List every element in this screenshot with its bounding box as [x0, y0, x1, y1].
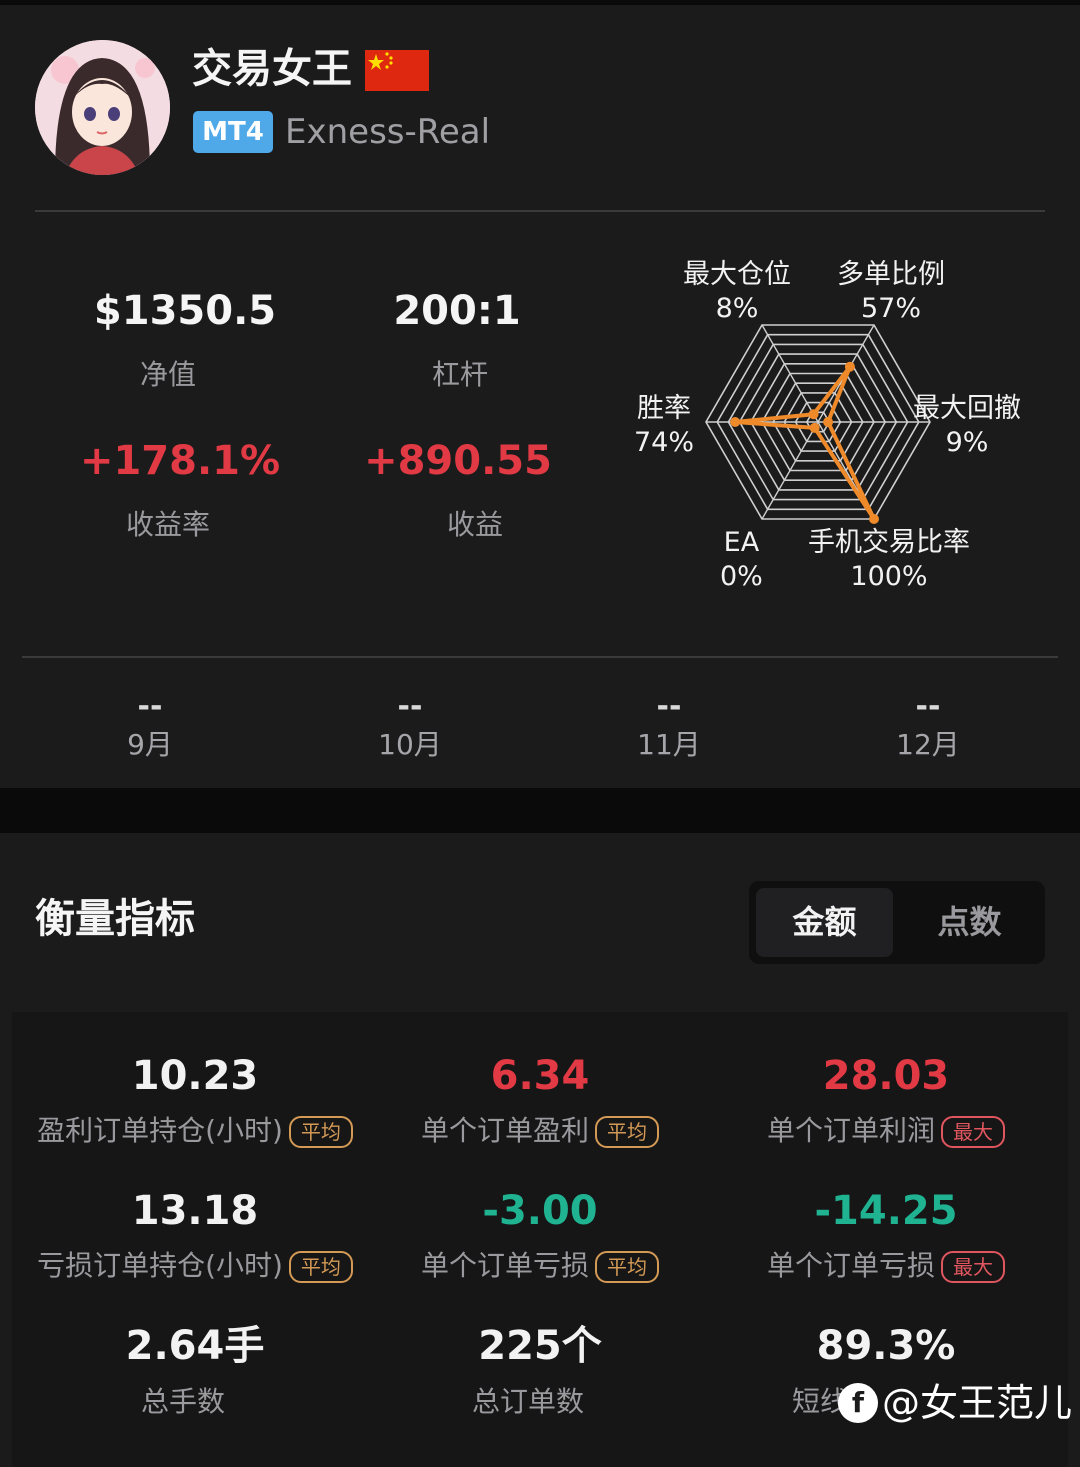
- metric-value: 10.23: [131, 1053, 259, 1099]
- avg-tag: 平均: [595, 1116, 659, 1148]
- radar-axis-value: 100%: [850, 561, 928, 592]
- watermark: f @女王范儿: [838, 1378, 1072, 1428]
- month-label: 9月: [127, 728, 173, 761]
- month-label: 10月: [378, 728, 442, 761]
- metric-label: 亏损订单持仓(小时) 平均: [15, 1246, 375, 1286]
- china-flag-icon: [365, 50, 429, 91]
- profit-value: +890.55: [364, 438, 552, 484]
- month-value: --: [397, 689, 423, 724]
- metric-label-text: 单个订单亏损: [766, 1249, 935, 1282]
- metric-label: 单个订单盈利 平均: [360, 1111, 720, 1151]
- radar-axis-value: 74%: [634, 427, 695, 458]
- radar-label-long-ratio: 多单比例 57%: [837, 258, 945, 326]
- avg-tag: 平均: [288, 1116, 353, 1148]
- metric-label: 单个订单亏损 平均: [360, 1246, 720, 1286]
- metric-label: 单个订单亏损 最大: [706, 1246, 1066, 1286]
- leverage-value: 200:1: [393, 288, 521, 334]
- radar-label-win-rate: 胜率 74%: [634, 392, 694, 460]
- month-label: 12月: [896, 728, 960, 761]
- equity-label: 净值: [139, 358, 196, 391]
- metric-label: 单个订单利润 最大: [706, 1111, 1066, 1151]
- radar-axis-name: EA: [723, 527, 760, 558]
- month-value: --: [656, 689, 682, 724]
- radar-axis-value: 9%: [945, 427, 989, 458]
- metric-label-text: 盈利订单持仓(小时): [37, 1114, 283, 1147]
- avatar[interactable]: [35, 40, 170, 175]
- toggle-amount[interactable]: 金额: [756, 888, 893, 957]
- trader-name: 交易女王: [192, 46, 352, 92]
- divider: [35, 210, 1045, 212]
- profit-label: 收益: [446, 508, 503, 541]
- radar-axis-name: 手机交易比率: [808, 527, 970, 558]
- radar-data-point: [730, 417, 741, 427]
- radar-axis-name: 最大回撤: [913, 393, 1021, 424]
- metric-value: 2.64手: [125, 1323, 265, 1369]
- metric-label-text: 单个订单利润: [766, 1114, 935, 1147]
- radar-data-point: [844, 361, 855, 372]
- metric-value: 28.03: [822, 1053, 950, 1099]
- radar-data-point: [809, 422, 820, 433]
- month-value: --: [137, 689, 163, 724]
- radar-label-max-drawdown: 最大回撤 9%: [913, 392, 1021, 460]
- radar-label-max-position: 最大仓位 8%: [683, 258, 791, 326]
- avg-tag: 平均: [288, 1251, 353, 1283]
- metric-value: 89.3%: [816, 1323, 956, 1369]
- metric-label-text: 单个订单盈利: [420, 1114, 589, 1147]
- watermark-text: @女王范儿: [882, 1381, 1073, 1425]
- radar-data-point: [869, 513, 879, 524]
- radar-data-point: [808, 409, 819, 420]
- radar-label-mobile-ratio: 手机交易比率 100%: [808, 526, 970, 594]
- radar-axis-name: 胜率: [637, 393, 691, 424]
- month-label: 11月: [637, 728, 701, 761]
- max-tag: 最大: [941, 1251, 1005, 1283]
- radar-axis-name: 多单比例: [837, 259, 945, 290]
- equity-value: $1350.5: [93, 288, 277, 334]
- divider: [22, 656, 1058, 658]
- metric-value: -14.25: [814, 1188, 958, 1234]
- platform-badge: MT4: [193, 111, 273, 153]
- radar-axis-name: 最大仓位: [683, 259, 791, 290]
- metric-value: 13.18: [131, 1188, 259, 1234]
- metric-value: -3.00: [482, 1188, 598, 1234]
- radar-data-polygon: [733, 364, 876, 521]
- platform-logo-icon: f: [838, 1383, 878, 1423]
- section-title: 衡量指标: [35, 896, 195, 942]
- metric-value: 6.34: [490, 1053, 590, 1099]
- radar-label-ea: EA 0%: [720, 526, 763, 594]
- unit-toggle: 金额 点数: [749, 881, 1045, 964]
- radar-axis-value: 8%: [715, 293, 759, 324]
- leverage-label: 杠杆: [431, 358, 488, 391]
- return-rate-value: +178.1%: [79, 438, 281, 484]
- radar-axis-value: 0%: [720, 561, 763, 592]
- radar-data-point: [823, 417, 834, 427]
- metric-value: 225个: [478, 1323, 602, 1369]
- toggle-points[interactable]: 点数: [901, 888, 1038, 957]
- avg-tag: 平均: [595, 1251, 659, 1283]
- metric-label: 总手数: [140, 1385, 225, 1418]
- metric-label: 盈利订单持仓(小时) 平均: [15, 1111, 375, 1151]
- radar-chart: [705, 324, 931, 524]
- metric-label-text: 单个订单亏损: [420, 1249, 589, 1282]
- month-value: --: [915, 689, 941, 724]
- metric-label-text: 亏损订单持仓(小时): [37, 1249, 283, 1282]
- return-rate-label: 收益率: [125, 508, 210, 541]
- server-name: Exness-Real: [285, 112, 491, 152]
- radar-axis-value: 57%: [860, 293, 921, 324]
- max-tag: 最大: [941, 1116, 1005, 1148]
